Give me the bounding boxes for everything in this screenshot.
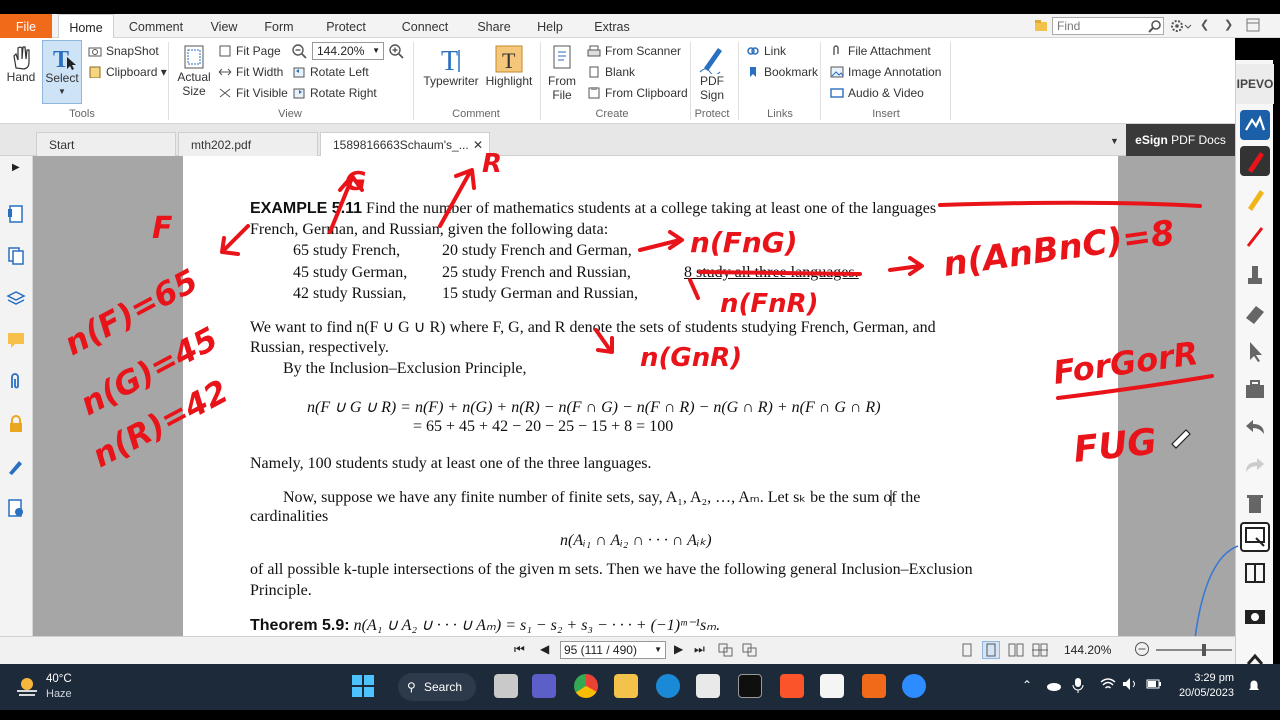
ink-label-g: G [345,167,366,197]
ink-underline-fg [698,270,862,276]
next-page-icon[interactable]: ▶ [674,642,683,656]
brave-icon[interactable] [780,674,804,698]
ink-arrow-gr [594,328,614,354]
facing-view-icon[interactable] [1008,643,1024,657]
ink-arrow-all [888,256,924,276]
redo-icon[interactable] [1240,450,1270,480]
toolbox-icon[interactable] [1240,374,1270,404]
teams-chat-icon[interactable] [532,674,556,698]
microphone-icon[interactable] [1072,677,1084,693]
last-page-icon[interactable]: ⏭ [694,642,705,657]
zoom-level: 144.20% [1064,643,1112,657]
ink-annotations-layer: G R F n(FnG) n(FnR) n(GnR) n(AnBnC)=8 Fo… [58,149,1214,506]
red-pen-icon[interactable] [1240,146,1270,176]
bottom-letterbox [0,710,1280,720]
ink-arrow-f [220,224,250,256]
next-view-icon[interactable] [742,643,758,657]
foxit-pdf-icon[interactable] [862,674,886,698]
snapshot-region-icon[interactable] [1240,522,1270,552]
pen-cursor-icon [1171,429,1191,449]
ink-underline-all [938,200,1202,208]
search-magnifier-icon: ⚲ [407,680,416,694]
ink-label-nfgr: n(AnBnC)=8 [941,213,1177,285]
pen-toolbar: IPEVO [1235,60,1274,720]
camera-capture-icon[interactable] [1240,600,1270,630]
battery-icon[interactable] [1146,677,1162,691]
weather-temperature: 40°C [46,673,72,685]
ink-underline-fr [688,278,700,300]
clock-date: 20/05/2023 [1178,687,1234,699]
taskbar-search-button[interactable]: ⚲ Search [398,673,476,701]
onedrive-cloud-icon[interactable] [1046,678,1062,692]
highlighter-icon[interactable] [1240,184,1270,214]
page-number-field[interactable]: 95 (111 / 490) ▼ [560,641,666,659]
wifi-icon[interactable] [1100,677,1116,691]
first-page-icon[interactable]: ⏮ [514,642,525,657]
ink-arrow-fg [638,230,684,252]
weather-description: Haze [46,688,72,700]
paint-icon[interactable] [820,674,844,698]
volume-icon[interactable] [1122,677,1138,691]
prev-page-icon[interactable]: ◀ [540,642,549,656]
ink-label-nfr: n(FnR) [720,289,819,319]
zoom-out-circle-icon[interactable] [1134,641,1150,657]
store-icon[interactable] [696,674,720,698]
clock-time: 3:29 pm [1194,672,1234,684]
collapse-ribbon-icon[interactable] [1246,18,1260,32]
continuous-view-icon[interactable] [982,641,1000,659]
continuous-facing-view-icon[interactable] [1032,643,1048,657]
haze-weather-icon[interactable] [14,675,40,699]
line-tool-icon[interactable] [1240,222,1270,252]
ipevo-logo: IPEVO [1236,64,1274,104]
undo-icon[interactable] [1240,412,1270,442]
eraser-icon[interactable] [1240,298,1270,328]
chrome-icon[interactable] [574,674,598,698]
stamp-icon[interactable] [1240,260,1270,290]
zoom-slider[interactable] [1156,644,1232,656]
trash-icon[interactable] [1240,488,1270,518]
task-view-icon[interactable] [494,674,518,698]
ink-label-fug: FUG [1072,421,1159,470]
ink-label-nfg: n(FnG) [690,226,798,259]
ink-label-ngr: n(GnR) [640,343,742,373]
windows-taskbar: 40°C Haze ⚲ Search ⌃ 3:29 pm 20/05/2023 [0,664,1280,710]
book-capture-icon[interactable] [1240,558,1270,588]
zoom-app-icon[interactable] [902,674,926,698]
snipping-tool-icon[interactable] [738,674,762,698]
cursor-arrow-icon[interactable] [1240,336,1270,366]
ink-label-r: R [482,149,502,179]
tray-chevron-up-icon[interactable]: ⌃ [1022,678,1032,692]
previous-view-icon[interactable] [718,643,734,657]
windows-start-icon[interactable] [351,674,375,698]
ink-arrow-r [438,168,476,228]
edge-icon[interactable] [656,674,680,698]
status-bar: ⏮ ◀ 95 (111 / 490) ▼ ▶ ⏭ 144.20% [0,636,1235,664]
single-page-view-icon[interactable] [960,643,974,657]
ink-label-f: F [152,211,173,246]
notifications-icon[interactable] [1246,678,1262,694]
zoom-slider-handle[interactable] [1202,644,1206,656]
file-explorer-icon[interactable] [614,674,638,698]
annotation-mode-icon[interactable] [1240,110,1270,140]
